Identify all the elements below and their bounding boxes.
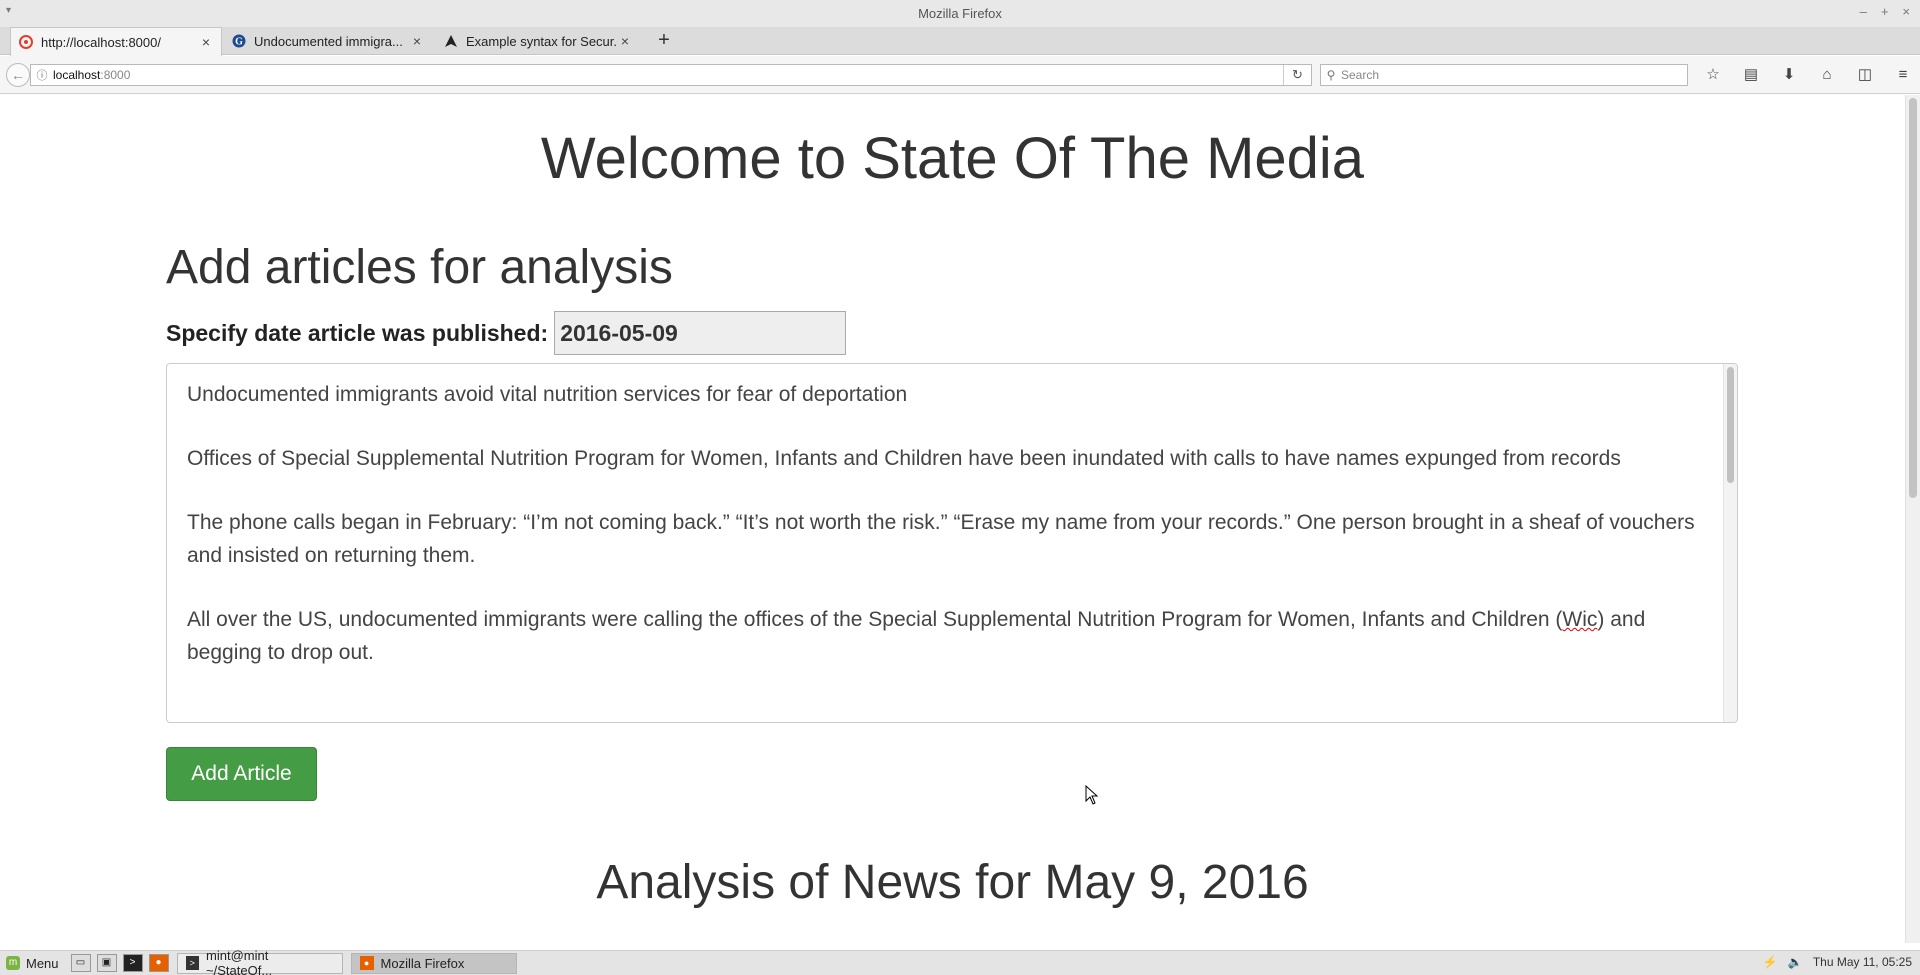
url-bar[interactable]: ⓘ localhost:8000 ↻ <box>30 64 1312 86</box>
task-label: mint@mint ~/StateOf... <box>206 948 273 975</box>
tab-localhost[interactable]: http://localhost:8000/ × <box>10 27 222 56</box>
search-placeholder: Search <box>1341 68 1380 82</box>
article-paragraph: Undocumented immigrants avoid vital nutr… <box>187 383 908 406</box>
taskbar: m Menu ▭ ▣ > ● > mint@mint ~/StateOf... … <box>0 948 1920 975</box>
textarea-scroll-thumb[interactable] <box>1727 367 1734 483</box>
textarea-scrollbar[interactable] <box>1723 364 1737 722</box>
task-firefox[interactable]: ● Mozilla Firefox <box>350 952 517 974</box>
svg-text:G: G <box>235 37 243 48</box>
url-host: localhost <box>53 68 101 82</box>
window-titlebar: ▾ Mozilla Firefox – + × <box>0 0 1920 27</box>
article-paragraph: The phone calls began in February: “I’m … <box>187 511 1695 567</box>
maximize-icon[interactable]: + <box>1881 4 1889 19</box>
article-text: Undocumented immigrants avoid vital nutr… <box>187 378 1707 700</box>
date-input[interactable] <box>554 311 847 355</box>
url-port: :8000 <box>100 68 131 82</box>
section-title: Add articles for analysis <box>166 241 673 294</box>
mint-logo-icon: m <box>6 956 20 970</box>
minimize-icon[interactable]: – <box>1860 4 1867 19</box>
toolbar-icons: ☆ ▤ ⬇ ⌂ ◫ ≡ <box>1700 64 1916 86</box>
mouse-cursor-icon <box>1085 785 1099 805</box>
start-menu-button[interactable]: m Menu <box>0 951 65 975</box>
close-tab-icon[interactable]: × <box>618 33 632 49</box>
arch-icon <box>444 34 458 48</box>
pocket-icon[interactable]: ◫ <box>1852 64 1878 86</box>
page-scroll-thumb[interactable] <box>1909 98 1917 498</box>
info-icon[interactable]: ⓘ <box>31 67 53 83</box>
task-terminal[interactable]: > mint@mint ~/StateOf... <box>176 948 343 975</box>
terminal-task-icon: > <box>185 956 200 970</box>
date-row: Specify date article was published: <box>166 311 847 355</box>
article-paragraph: Offices of Special Supplemental Nutritio… <box>187 447 1621 470</box>
tab-label: Undocumented immigra... <box>254 33 403 49</box>
analysis-title: Analysis of News for May 9, 2016 <box>596 856 1309 909</box>
page-content: Welcome to State Of The Media Add articl… <box>0 95 1905 943</box>
tab-label: Example syntax for Secur... <box>466 33 618 49</box>
volume-icon[interactable]: 🔈 <box>1788 955 1803 969</box>
tab-strip: http://localhost:8000/ × G Undocumented … <box>0 27 1920 56</box>
article-paragraph-last: All over the US, undocumented immigrants… <box>187 603 1707 669</box>
tab-archwiki[interactable]: Example syntax for Secur... × <box>436 27 640 55</box>
hamburger-menu-icon[interactable]: ≡ <box>1890 64 1916 86</box>
clock[interactable]: Thu May 11, 05:25 <box>1813 955 1912 969</box>
new-tab-button[interactable]: + <box>652 29 676 53</box>
misspelled-word: Wic <box>1562 608 1598 631</box>
window-menu-icon[interactable]: ▾ <box>6 5 11 16</box>
close-tab-icon[interactable]: × <box>199 34 213 50</box>
tab-label: http://localhost:8000/ <box>41 34 161 50</box>
red-app-icon <box>19 35 33 49</box>
search-icon: ⚲ <box>1326 68 1336 82</box>
system-tray: ⚡ 🔈 Thu May 11, 05:25 <box>1763 955 1912 969</box>
window-controls: – + × <box>1860 4 1910 19</box>
network-icon[interactable]: ⚡ <box>1763 955 1778 969</box>
download-icon[interactable]: ⬇ <box>1776 64 1802 86</box>
close-window-icon[interactable]: × <box>1902 4 1910 19</box>
start-menu-label: Menu <box>26 955 59 971</box>
article-textarea[interactable]: Undocumented immigrants avoid vital nutr… <box>166 363 1738 723</box>
firefox-task-icon: ● <box>359 956 374 970</box>
task-label: Mozilla Firefox <box>380 955 465 971</box>
page-title: Welcome to State Of The Media <box>540 126 1365 191</box>
page-scrollbar[interactable] <box>1905 95 1920 943</box>
tab-guardian[interactable]: G Undocumented immigra... × <box>224 27 432 55</box>
bookmarks-menu-icon[interactable]: ▤ <box>1738 64 1764 86</box>
reload-icon[interactable]: ↻ <box>1283 65 1311 85</box>
date-label: Specify date article was published: <box>166 319 549 346</box>
navigation-bar: ← ⓘ localhost:8000 ↻ ⚲ Search ☆ ▤ ⬇ ⌂ ◫ … <box>0 56 1920 94</box>
add-article-button[interactable]: Add Article <box>166 747 317 801</box>
firefox-launcher-icon[interactable]: ● <box>148 954 169 972</box>
guardian-icon: G <box>232 34 246 48</box>
terminal-icon[interactable]: > <box>122 954 143 972</box>
article-paragraph-start: All over the US, undocumented immigrants… <box>187 608 1563 631</box>
bookmark-star-icon[interactable]: ☆ <box>1700 64 1726 86</box>
search-input[interactable]: ⚲ Search <box>1320 64 1688 86</box>
window-title: Mozilla Firefox <box>918 6 1002 21</box>
home-icon[interactable]: ⌂ <box>1814 64 1840 86</box>
files-icon[interactable]: ▣ <box>96 954 117 972</box>
close-tab-icon[interactable]: × <box>410 33 424 49</box>
show-desktop-icon[interactable]: ▭ <box>70 954 91 972</box>
back-button[interactable]: ← <box>6 63 30 87</box>
